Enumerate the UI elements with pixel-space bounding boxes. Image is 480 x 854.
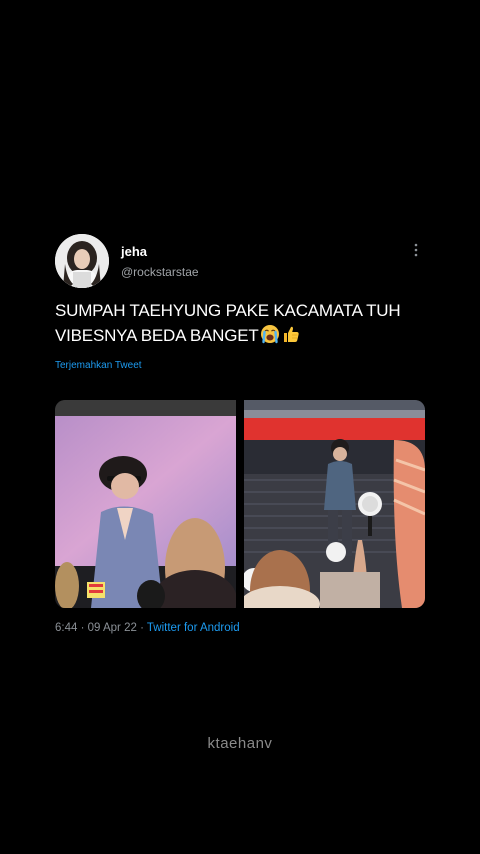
tweet-date[interactable]: 09 Apr 22 bbox=[88, 622, 137, 634]
tweet-media-grid bbox=[55, 400, 425, 608]
tweet-card[interactable]: jeha @rockstarstae SUMPAH TAEHYUNG PAKE … bbox=[55, 234, 425, 634]
avatar-image bbox=[55, 234, 109, 288]
more-options-icon[interactable] bbox=[411, 242, 421, 258]
tweet-source-link[interactable]: Twitter for Android bbox=[147, 622, 240, 634]
tweet-media-photo-1[interactable] bbox=[55, 400, 236, 608]
display-name[interactable]: jeha bbox=[121, 244, 199, 260]
display-name-text: jeha bbox=[121, 244, 148, 259]
tweet-time[interactable]: 6:44 bbox=[55, 622, 77, 634]
thumbs-up-emoji bbox=[281, 324, 301, 351]
tweet-timestamp: 6:44 · 09 Apr 22 · Twitter for Android bbox=[55, 622, 425, 634]
user-handle[interactable]: @rockstarstae bbox=[121, 264, 199, 280]
separator: · bbox=[140, 622, 144, 634]
tweet-text: SUMPAH TAEHYUNG PAKE KACAMATA TUH VIBESN… bbox=[55, 298, 425, 351]
watermark: ktaehanv bbox=[207, 735, 273, 752]
screen: jeha @rockstarstae SUMPAH TAEHYUNG PAKE … bbox=[0, 0, 480, 854]
concert-screen-photo bbox=[55, 400, 236, 608]
user-block[interactable]: jeha @rockstarstae bbox=[121, 244, 199, 280]
translate-tweet-link[interactable]: Terjemahkan Tweet bbox=[55, 360, 425, 371]
tweet-header: jeha @rockstarstae bbox=[55, 234, 425, 288]
crying-face-emoji bbox=[260, 324, 280, 351]
stadium-stage-photo bbox=[244, 400, 425, 608]
separator: · bbox=[80, 622, 85, 634]
tweet-text-body: SUMPAH TAEHYUNG PAKE KACAMATA TUH VIBESN… bbox=[55, 301, 401, 345]
tweet-media-photo-2[interactable] bbox=[244, 400, 425, 608]
crescent-moon-icon bbox=[149, 244, 158, 260]
avatar[interactable] bbox=[55, 234, 109, 288]
